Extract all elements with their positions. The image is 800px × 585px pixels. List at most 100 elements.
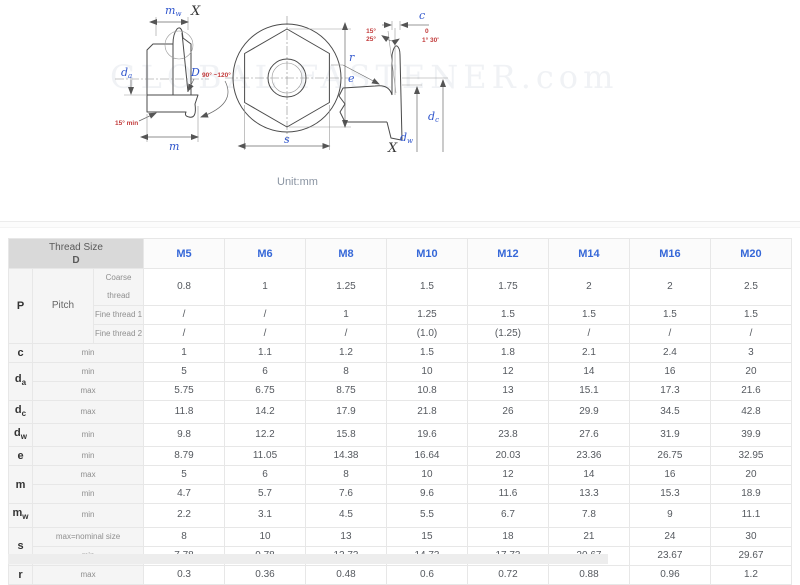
row-prop-label: P [9, 269, 33, 344]
table-row: smax=nominal size810131518212430 [9, 527, 792, 546]
spec-cell: 0.88 [548, 565, 629, 584]
spec-cell: 23.8 [467, 424, 548, 447]
spec-cell: 11.05 [225, 447, 306, 466]
spec-cell: 1.5 [467, 306, 548, 325]
spec-cell: 2.2 [144, 504, 225, 527]
spec-cell: 1.5 [710, 306, 791, 325]
spec-cell: 18.9 [710, 485, 791, 504]
spec-cell: 1.8 [467, 344, 548, 363]
dim-label-dw: dw [400, 131, 413, 145]
spec-cell: 17.9 [306, 401, 387, 424]
spec-cell: 15.3 [629, 485, 710, 504]
col-header-m20[interactable]: M20 [710, 239, 791, 269]
spec-table: Thread Size D M5M6M8M10M12M14M16M20 PPit… [8, 238, 792, 585]
corner-header-line2: D [9, 254, 143, 267]
spec-cell: 15.1 [548, 382, 629, 401]
spec-cell: 10 [225, 527, 306, 546]
spec-cell: 34.5 [629, 401, 710, 424]
spec-cell: 1.1 [225, 344, 306, 363]
spec-cell: / [144, 306, 225, 325]
col-header-m16[interactable]: M16 [629, 239, 710, 269]
spec-cell: 16.64 [386, 447, 467, 466]
spec-cell: 14 [548, 363, 629, 382]
angle-note-0: 0 [425, 28, 429, 35]
spec-cell: 26 [467, 401, 548, 424]
spec-cell: 1.75 [467, 269, 548, 306]
spec-cell: 21.8 [386, 401, 467, 424]
row-spec-label: max [33, 565, 144, 584]
dim-label-c: c [419, 9, 425, 22]
row-mid-label: Pitch [33, 269, 94, 344]
spec-cell: 17.3 [629, 382, 710, 401]
detail-ref-x: X [387, 141, 398, 156]
spec-cell: 1.25 [306, 269, 387, 306]
spec-cell: 9 [629, 504, 710, 527]
spec-cell: 30 [710, 527, 791, 546]
header-row: Thread Size D M5M6M8M10M12M14M16M20 [9, 239, 792, 269]
spec-cell: / [225, 325, 306, 344]
row-prop-label: e [9, 447, 33, 466]
table-row: damin5681012141620 [9, 363, 792, 382]
table-row: min4.75.77.69.611.613.315.318.9 [9, 485, 792, 504]
row-spec-label: Fine thread 2 [94, 325, 144, 344]
spec-cell: / [225, 306, 306, 325]
spec-cell: 11.1 [710, 504, 791, 527]
next-section-edge [8, 554, 608, 564]
spec-cell: 1.5 [386, 344, 467, 363]
spec-cell: 19.6 [386, 424, 467, 447]
dim-label-m: m [169, 140, 179, 153]
spec-cell: 7.8 [548, 504, 629, 527]
spec-cell: 16 [629, 466, 710, 485]
spec-cell: 8 [144, 527, 225, 546]
col-header-m14[interactable]: M14 [548, 239, 629, 269]
top-view: e s [225, 16, 355, 150]
front-view: mw X da D 90° ~120° 15° min m [115, 4, 231, 153]
spec-cell: 10 [386, 363, 467, 382]
col-header-m10[interactable]: M10 [386, 239, 467, 269]
spec-cell: 6.75 [225, 382, 306, 401]
table-row: mwmin2.23.14.55.56.77.8911.1 [9, 504, 792, 527]
spec-cell: 10.8 [386, 382, 467, 401]
spec-cell: 5.7 [225, 485, 306, 504]
row-spec-label: min [33, 447, 144, 466]
unit-label: Unit:mm [277, 176, 318, 188]
dim-label-r: r [349, 51, 355, 64]
spec-cell: 5 [144, 466, 225, 485]
row-spec-label: Fine thread 1 [94, 306, 144, 325]
spec-cell: 2.1 [548, 344, 629, 363]
spec-cell: 2 [629, 269, 710, 306]
table-row: Fine thread 1//11.251.51.51.51.5 [9, 306, 792, 325]
spec-cell: 39.9 [710, 424, 791, 447]
spec-cell: 20 [710, 466, 791, 485]
row-prop-label: dc [9, 401, 33, 424]
spec-cell: 1.5 [386, 269, 467, 306]
table-row: dwmin9.812.215.819.623.827.631.939.9 [9, 424, 792, 447]
spec-cell: 20 [710, 363, 791, 382]
spec-cell: 18 [467, 527, 548, 546]
spec-cell: 16 [629, 363, 710, 382]
spec-cell: 13 [306, 527, 387, 546]
dim-label-D: D [190, 66, 200, 79]
spec-cell: 5.5 [386, 504, 467, 527]
spec-cell: 9.6 [386, 485, 467, 504]
col-header-m12[interactable]: M12 [467, 239, 548, 269]
col-header-m5[interactable]: M5 [144, 239, 225, 269]
col-header-m8[interactable]: M8 [306, 239, 387, 269]
row-prop-label: c [9, 344, 33, 363]
row-spec-label: max [33, 382, 144, 401]
col-header-m6[interactable]: M6 [225, 239, 306, 269]
spec-cell: / [306, 325, 387, 344]
spec-cell: 0.48 [306, 565, 387, 584]
spec-cell: 13 [467, 382, 548, 401]
angle-note-1-30: 1° 30' [422, 36, 439, 44]
spec-cell: 13.3 [548, 485, 629, 504]
table-row: cmin11.11.21.51.82.12.43 [9, 344, 792, 363]
dim-label-s: s [284, 133, 290, 146]
spec-cell: 12.2 [225, 424, 306, 447]
spec-cell: 23.67 [629, 546, 710, 565]
spec-cell: 8 [306, 466, 387, 485]
spec-cell: 0.8 [144, 269, 225, 306]
dim-label-e: e [348, 72, 355, 85]
table-row: max5.756.758.7510.81315.117.321.6 [9, 382, 792, 401]
spec-cell: 14 [548, 466, 629, 485]
